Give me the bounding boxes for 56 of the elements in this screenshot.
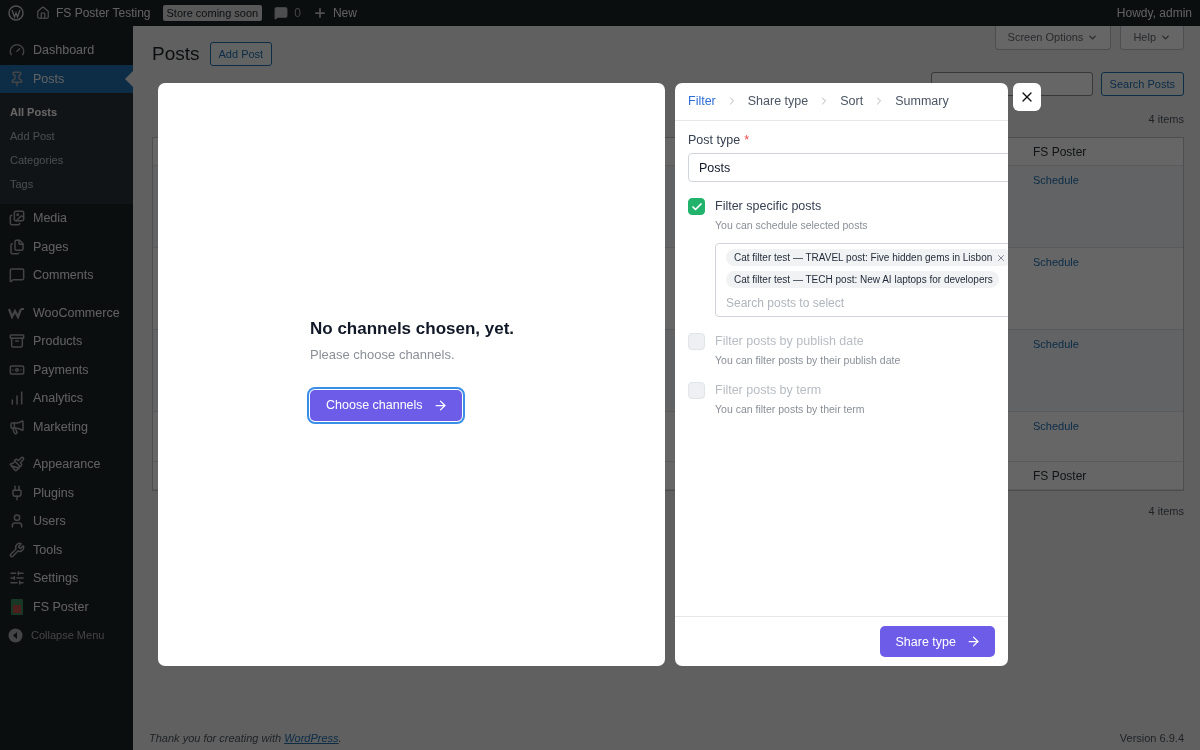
search-posts-button[interactable]: Search Posts: [1100, 72, 1184, 96]
help-button[interactable]: Help: [1120, 26, 1184, 50]
schedule-link[interactable]: Schedule: [1025, 166, 1183, 186]
step-tab[interactable]: Summary: [895, 94, 949, 108]
version-text: Version 6.9.4: [1119, 732, 1184, 744]
option-description: You can filter posts by their term: [715, 403, 866, 415]
greeting-link[interactable]: Howdy, admin: [1116, 6, 1192, 20]
wordpress-link[interactable]: WordPress: [284, 732, 339, 744]
sidebar-item[interactable]: FS Poster: [0, 592, 133, 621]
schedule-link[interactable]: Schedule: [1025, 412, 1183, 432]
schedule-link[interactable]: Schedule: [1025, 330, 1183, 350]
sidebar-item[interactable]: Dashboard: [0, 36, 133, 65]
post-chip[interactable]: Cat filter test — TRAVEL post: Five hidden gems in Lisbon: [726, 249, 1008, 266]
footer-text: Thank you for creating with WordPress.: [149, 732, 342, 744]
sidebar-item[interactable]: Pages: [0, 232, 133, 261]
post-chip[interactable]: Cat filter test — TECH post: New AI laptops for developers: [726, 271, 999, 288]
sidebar-item[interactable]: Settings: [0, 564, 133, 593]
column-header[interactable]: FS Poster: [1025, 138, 1183, 166]
sidebar-item[interactable]: WooCommerce: [0, 298, 133, 327]
step-tab[interactable]: Filter: [688, 94, 716, 108]
page-title: Posts: [152, 43, 200, 65]
post-select-field[interactable]: Cat filter test — TRAVEL post: Five hidden gems in Lisbon Cat filter test — TECH post: New AI laptops for developers Search posts to select: [715, 243, 1008, 317]
post-type-label: Post type *: [688, 133, 750, 147]
empty-message: Please choose channels.: [310, 346, 456, 362]
sidebar-item[interactable]: Payments: [0, 355, 133, 384]
store-status-badge[interactable]: Store coming soon: [162, 5, 263, 21]
sidebar-item[interactable]: Products: [0, 327, 133, 356]
sidebar-item[interactable]: Comments: [0, 261, 133, 290]
option-description: You can schedule selected posts: [715, 219, 869, 231]
step-tab[interactable]: Share type: [747, 94, 809, 108]
column-footer[interactable]: FS Poster: [1025, 462, 1183, 490]
sidebar-item[interactable]: Plugins: [0, 478, 133, 507]
new-link[interactable]: New: [332, 6, 357, 20]
step-tab[interactable]: Sort: [840, 94, 864, 108]
choose-channels-button[interactable]: Choose channels: [310, 389, 462, 421]
option-label: Filter specific posts: [715, 198, 823, 215]
share-type-button[interactable]: Share type: [879, 626, 995, 657]
sidebar-item[interactable]: Appearance: [0, 450, 133, 479]
option-description: You can filter posts by their publish date: [715, 354, 902, 366]
add-post-button[interactable]: Add Post: [209, 42, 273, 66]
empty-title: No channels chosen, yet.: [310, 318, 516, 339]
option-label: Filter posts by publish date: [715, 333, 865, 350]
items-count: 4 items: [1148, 113, 1184, 125]
sidebar-item[interactable]: Posts: [0, 64, 133, 93]
sidebar-item[interactable]: Analytics: [0, 384, 133, 413]
sidebar-item[interactable]: Users: [0, 507, 133, 536]
screen-options-button[interactable]: Screen Options: [994, 26, 1112, 50]
post-type-select[interactable]: Posts: [688, 153, 1008, 182]
schedule-link[interactable]: Schedule: [1025, 248, 1183, 268]
sidebar-item[interactable]: Tools: [0, 535, 133, 564]
sidebar-item[interactable]: Media: [0, 204, 133, 233]
sidebar-item[interactable]: Marketing: [0, 412, 133, 441]
site-name-link[interactable]: FS Poster Testing: [56, 6, 151, 20]
option-label: Filter posts by term: [715, 382, 823, 399]
items-count: 4 items: [1148, 505, 1184, 517]
submenu-item[interactable]: All Posts: [0, 100, 133, 124]
